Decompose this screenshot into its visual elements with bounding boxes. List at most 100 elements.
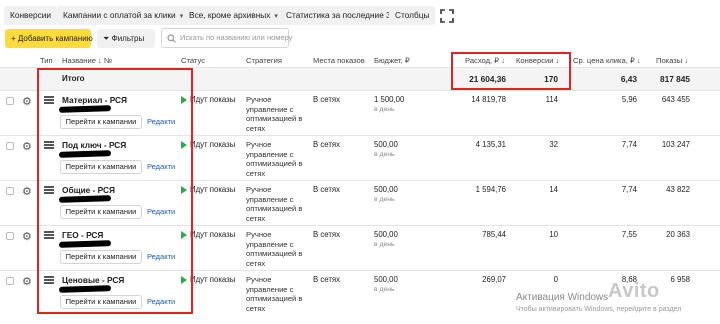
strategy-text: Ручное управление с оптимизацией в сетях xyxy=(246,140,302,178)
strategy-line: оптимизацией в xyxy=(246,114,303,123)
gear-icon[interactable]: ⚙ xyxy=(22,185,32,198)
conversions-chip-label: Конверсии xyxy=(10,10,51,20)
gear-icon[interactable]: ⚙ xyxy=(22,140,32,153)
col-header-avg-cpc[interactable]: Ср. цена клика, ₽ ↓ xyxy=(573,56,641,65)
budget-value: 1 500,00 xyxy=(374,95,405,104)
filters-label: Фильтры xyxy=(111,34,145,43)
search-icon xyxy=(167,34,176,43)
fullscreen-icon[interactable] xyxy=(438,7,456,25)
search-input[interactable]: Искать по названию или номеру xyxy=(161,28,293,48)
status-text: Идут показы xyxy=(190,230,236,239)
total-avg-cpc: 6,43 xyxy=(620,74,637,84)
campaign-type-dropdown[interactable]: Кампании с оплатой за клики ▾ xyxy=(57,6,190,25)
conversions-value: 0 xyxy=(553,275,558,284)
impressions-value: 20 363 xyxy=(666,230,690,239)
strategy-line: Ручное xyxy=(246,275,272,284)
total-impressions: 817 845 xyxy=(660,74,690,84)
gear-icon[interactable]: ⚙ xyxy=(22,275,32,288)
places-text: В сетях xyxy=(313,230,341,239)
avg-cpc-value: 7,74 xyxy=(621,185,637,194)
toolbar: Конверсии Кампании с оплатой за клики ▾ В… xyxy=(0,0,720,56)
columns-button[interactable]: Столбцы xyxy=(389,6,436,25)
strategy-text: Ручное управление с оптимизацией в сетях xyxy=(246,95,302,133)
impressions-value: 43 822 xyxy=(666,185,690,194)
places-text: В сетях xyxy=(313,275,341,284)
archive-filter-dropdown[interactable]: Все, кроме архивных ▾ xyxy=(183,6,284,25)
strategy-line: сетях xyxy=(246,303,266,313)
budget-period: в день xyxy=(374,151,395,158)
places-text: В сетях xyxy=(313,95,341,104)
add-campaign-button[interactable]: + Добавить кампанию xyxy=(5,29,93,48)
strategy-line: сетях xyxy=(246,213,266,223)
col-header-places[interactable]: Места показов xyxy=(313,56,365,65)
strategy-line: оптимизацией в xyxy=(246,294,303,303)
col-header-type[interactable]: Тип xyxy=(40,56,53,65)
row-checkbox[interactable] xyxy=(6,232,14,240)
col-header-status[interactable]: Статус xyxy=(181,56,205,65)
strategy-line: управление с xyxy=(246,104,294,114)
col-header-impressions[interactable]: Показы ↓ xyxy=(656,56,688,65)
status-text: Идут показы xyxy=(190,95,236,104)
budget-period: в день xyxy=(374,106,395,113)
impressions-value: 6 958 xyxy=(670,275,690,284)
row-checkbox[interactable] xyxy=(6,187,14,195)
budget-value: 500,00 xyxy=(374,230,398,239)
conversions-value: 114 xyxy=(545,95,558,104)
row-checkbox[interactable] xyxy=(6,142,14,150)
strategy-line: управление с xyxy=(246,149,294,159)
strategy-line: сетях xyxy=(246,168,266,178)
spend-value: 14 819,78 xyxy=(471,95,506,104)
places-text: В сетях xyxy=(313,140,341,149)
windows-activation-watermark: Активация Windows xyxy=(516,292,609,303)
budget-period: в день xyxy=(374,241,395,248)
conversions-value: 10 xyxy=(549,230,558,239)
spend-value: 1 594,76 xyxy=(475,185,506,194)
campaign-type-label: Кампании с оплатой за клики xyxy=(63,10,176,20)
spend-value: 4 135,31 xyxy=(475,140,506,149)
strategy-line: Ручное xyxy=(246,230,272,239)
strategy-line: сетях xyxy=(246,123,266,133)
col-header-strategy[interactable]: Стратегия xyxy=(246,56,282,65)
col-header-budget[interactable]: Бюджет, ₽ xyxy=(374,56,410,65)
columns-label: Столбцы xyxy=(395,10,430,20)
strategy-line: сетях xyxy=(246,258,266,268)
totals-highlight xyxy=(451,52,571,90)
row-checkbox[interactable] xyxy=(6,97,14,105)
spend-value: 269,07 xyxy=(482,275,506,284)
budget-value: 500,00 xyxy=(374,185,398,194)
strategy-text: Ручное управление с оптимизацией в сетях xyxy=(246,185,302,223)
strategy-line: Ручное xyxy=(246,185,272,194)
avg-cpc-value: 7,74 xyxy=(621,140,637,149)
impressions-value: 103 247 xyxy=(661,140,690,149)
avg-cpc-value: 7,55 xyxy=(621,230,637,239)
name-column-highlight xyxy=(37,68,193,314)
status-text: Идут показы xyxy=(190,185,236,194)
places-text: В сетях xyxy=(313,185,341,194)
conversions-value: 32 xyxy=(549,140,558,149)
budget-period: в день xyxy=(374,196,395,203)
conversions-chip[interactable]: Конверсии xyxy=(4,6,57,25)
filters-button[interactable]: ⏷ Фильтры xyxy=(97,29,155,48)
strategy-text: Ручное управление с оптимизацией в сетях xyxy=(246,275,302,313)
budget-value: 500,00 xyxy=(374,275,398,284)
strategy-line: оптимизацией в xyxy=(246,204,303,213)
status-text: Идут показы xyxy=(190,275,236,284)
conversions-value: 14 xyxy=(549,185,558,194)
funnel-icon: ⏷ xyxy=(103,34,112,43)
windows-activation-subtext: Чтобы активировать Windows, перейдите в … xyxy=(516,306,682,313)
search-placeholder: Искать по названию или номеру xyxy=(180,33,293,42)
strategy-line: управление с xyxy=(246,194,294,204)
row-checkbox[interactable] xyxy=(6,277,14,285)
strategy-line: оптимизацией в xyxy=(246,159,303,168)
col-header-name[interactable]: Название ↓ № xyxy=(62,56,112,65)
strategy-line: Ручное xyxy=(246,140,272,149)
gear-icon[interactable]: ⚙ xyxy=(22,230,32,243)
gear-icon[interactable]: ⚙ xyxy=(22,95,32,108)
chevron-down-icon: ▾ xyxy=(274,13,278,20)
status-text: Идут показы xyxy=(190,140,236,149)
strategy-line: управление с xyxy=(246,284,294,294)
avg-cpc-value: 5,96 xyxy=(621,95,637,104)
budget-period: в день xyxy=(374,286,395,293)
archive-filter-label: Все, кроме архивных xyxy=(189,10,271,20)
strategy-line: управление с xyxy=(246,239,294,249)
